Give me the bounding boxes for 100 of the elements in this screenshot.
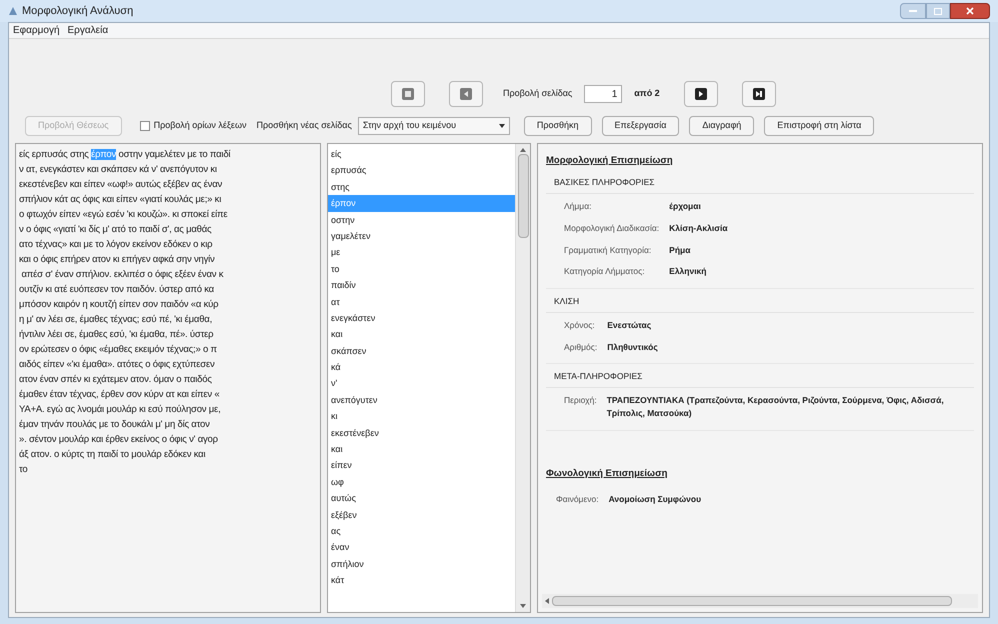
horizontal-scrollbar[interactable] bbox=[542, 594, 978, 608]
toolbar-button[interactable]: Διαγραφή bbox=[689, 116, 754, 136]
up-arrow-icon[interactable] bbox=[520, 148, 526, 152]
word-item[interactable]: ν' bbox=[328, 375, 515, 392]
section-title: Φωνολογική Επισημείωση bbox=[546, 466, 668, 480]
word-item[interactable]: σκάπσεν bbox=[328, 342, 515, 360]
skip-end-icon bbox=[752, 88, 765, 100]
group-heading: ΒΑΣΙΚΕΣ ΠΛΗΡΟΦΟΡΙΕΣ bbox=[546, 176, 974, 194]
word-item[interactable]: εξέβεν bbox=[328, 506, 515, 523]
previous-page-button[interactable] bbox=[449, 81, 483, 107]
last-page-button[interactable] bbox=[742, 81, 776, 107]
menu-item[interactable]: Εργαλεία bbox=[68, 23, 108, 38]
close-icon bbox=[966, 7, 974, 15]
text-area[interactable] bbox=[15, 143, 321, 613]
scroll-thumb[interactable] bbox=[552, 596, 952, 606]
text-line: έμαν τηνάν πουλάς με το δουκάλι μ' μη δίς ατον bbox=[19, 418, 211, 432]
toolbar-button[interactable]: Επεξεργασία bbox=[602, 116, 680, 136]
word-item[interactable]: ωφ bbox=[328, 474, 515, 490]
toolbar-button[interactable]: Προσθήκη bbox=[524, 116, 592, 136]
word-item[interactable]: και bbox=[328, 441, 515, 458]
word-item[interactable]: σπήλιον bbox=[328, 556, 515, 572]
section-title: Μορφολογική Επισημείωση bbox=[546, 154, 674, 168]
word-item[interactable]: είς bbox=[328, 146, 515, 162]
word-item[interactable]: ας bbox=[328, 522, 515, 540]
word-item[interactable]: ανεπόγυτεν bbox=[328, 392, 515, 408]
first-page-button[interactable] bbox=[391, 81, 425, 107]
page-count: από 2 bbox=[634, 87, 660, 100]
text-line: οστην γαμελέτεν με το παιδί bbox=[118, 149, 230, 160]
square-icon bbox=[402, 88, 414, 100]
text-line: σπήλιον κάτ ας όφις και είπεν «γιατί κουλάς με;» κι bbox=[19, 193, 222, 207]
field-value: Ρήμα bbox=[669, 244, 692, 256]
field-label: Φαινόμενο: bbox=[556, 492, 599, 506]
field-label: Λήμμα: bbox=[564, 200, 592, 213]
text-line: ο φτωχόν είπεν «εγώ εσέν 'κι κουζώ». κι σποκεί είπε bbox=[19, 208, 228, 222]
word-item[interactable]: αυτώς bbox=[328, 490, 515, 507]
checkbox-label: Προβολή ορίων λέξεων bbox=[154, 119, 246, 132]
text-line: ν ο όφις «γιατί 'κι δίς μ' ατό το παιδί σ', ας μαθάς bbox=[19, 223, 212, 237]
word-item[interactable]: κά bbox=[328, 359, 515, 376]
field-label: Περιοχή: bbox=[564, 394, 597, 407]
field-label: Μορφολογική Διαδικασία: bbox=[564, 222, 660, 234]
text-line: ΥΑ+Α. εγώ ας λνομάι μουλάρ κι εσύ πούλησον με, bbox=[19, 403, 222, 417]
minimize-button[interactable] bbox=[900, 3, 926, 19]
text-line: έμαθεν έταν τέχνας, έρθεν σον κύρν ατ και είπεν « bbox=[19, 388, 221, 402]
field-value: ΤΡΑΠΕΖΟΥΝΤΙΑΚΑ (Τραπεζούντα, Κερασούντα, Ριζούντα, Σούρμενα, Όφις, Αδισσά, Τρίπολις, Ματσούκα) bbox=[606, 394, 945, 420]
field-label: Αριθμός: bbox=[564, 340, 598, 354]
text-line: μπόσον καιρόν η κουτζή είπεν σον παιδόν «α κύρ bbox=[19, 298, 220, 312]
text-line: η μ' αν λέει σε, έμαθες τέχνας; εσύ πέ, 'κι έμαθα, bbox=[19, 313, 214, 327]
field-label: Κατηγορία Λήμματος: bbox=[564, 265, 646, 278]
word-item[interactable]: και bbox=[328, 326, 515, 343]
text-line: ατο τέχνας» και με το λόγον εκείνον εδόκεν ο κιρ bbox=[19, 238, 214, 252]
word-item[interactable]: ερπυσάς bbox=[328, 162, 515, 179]
field-label: Χρόνος: bbox=[564, 318, 596, 332]
word-item[interactable]: είπεν bbox=[328, 457, 515, 474]
word-item[interactable]: ενεγκάστεν bbox=[328, 310, 515, 326]
field-value: Ανομοίωση Συμφώνου bbox=[608, 492, 702, 506]
text-line: ν ατ, ενεγκάστεν και σκάπσεν κά ν' ανεπόγυτον κι bbox=[19, 163, 218, 177]
next-page-button[interactable] bbox=[684, 81, 718, 107]
text-line: είς ερπυσάς στης bbox=[19, 149, 90, 160]
word-item[interactable]: έναν bbox=[328, 539, 515, 556]
app-icon bbox=[8, 6, 18, 16]
word-item[interactable]: οστην bbox=[328, 212, 515, 228]
word-item[interactable]: κάτ bbox=[328, 572, 515, 589]
caret-icon bbox=[498, 124, 505, 128]
scrollbar[interactable] bbox=[515, 144, 530, 612]
word-item[interactable]: το bbox=[328, 260, 515, 278]
field-value: Ενεστώτας bbox=[607, 318, 652, 332]
maximize-button[interactable] bbox=[926, 3, 950, 19]
add-page-label: Προσθήκη νέας σελίδας bbox=[256, 119, 352, 132]
text-line: το bbox=[19, 463, 29, 477]
field-value: Ελληνική bbox=[669, 265, 708, 278]
checkbox[interactable] bbox=[140, 121, 150, 131]
page-field[interactable]: 1 bbox=[584, 85, 622, 103]
word-item[interactable]: εκεστένεβεν bbox=[328, 424, 515, 442]
text-line: ουτζίν κι ατέ ευόπεσεν τον παιδόν. ύστερ από κα bbox=[19, 283, 215, 297]
left-arrow-icon[interactable] bbox=[545, 598, 549, 604]
text-line: ». σέντον μουλάρ και έρθεν εκείνος ο όφις ν' αγορ bbox=[19, 433, 219, 447]
text-line: εκεστένεβεν και είπεν «ωφ!» αυτώς εξέβεν ας έναν bbox=[19, 178, 224, 192]
word-item[interactable]: κι bbox=[328, 408, 515, 425]
window-title: Μορφολογική Ανάλυση bbox=[22, 4, 134, 19]
field-label: Γραμματική Κατηγορία: bbox=[564, 244, 652, 256]
down-arrow-icon[interactable] bbox=[520, 604, 526, 608]
field-value: Κλίση-Ακλισία bbox=[669, 222, 729, 234]
position-dropdown[interactable]: Στην αρχή του κειμένου bbox=[358, 117, 510, 135]
word-item[interactable]: παιδίν bbox=[328, 277, 515, 294]
text-line: άξ ατον. ο κύρτς τη παιδί το μουλάρ εδόκεν και bbox=[19, 448, 206, 462]
word-item[interactable]: με bbox=[328, 244, 515, 261]
text-line: αιδός είπεν «'κι έμαθα». ατότες ο όφις εχτύπεσεν bbox=[19, 358, 216, 372]
scroll-thumb[interactable] bbox=[518, 154, 528, 238]
page-label: Προβολή σελίδας bbox=[503, 87, 572, 100]
text-line: ήντιλιν λέει σε, έμαθες εσύ, 'κι έμαθα, πέ». ύστερ bbox=[19, 328, 214, 342]
group-heading: ΚΛΙΣΗ bbox=[546, 295, 974, 313]
word-item[interactable]: στης bbox=[328, 178, 515, 196]
close-button[interactable] bbox=[950, 3, 990, 19]
text-line: και ο όφις επήρεν ατον κι επήγεν αφκά σην νηγίν bbox=[19, 253, 216, 267]
field-value: έρχομαι bbox=[669, 200, 702, 213]
word-item[interactable]: ατ bbox=[328, 294, 515, 310]
text-line: ον ερώτεσεν ο όφις «έμαθες εκειμόν τέχνας;» ο π bbox=[19, 343, 218, 357]
word-item[interactable]: γαμελέτεν bbox=[328, 228, 515, 244]
toolbar-button[interactable]: Επιστροφή στη λίστα bbox=[764, 116, 874, 136]
menu-item[interactable]: Εφαρμογή bbox=[13, 23, 60, 38]
